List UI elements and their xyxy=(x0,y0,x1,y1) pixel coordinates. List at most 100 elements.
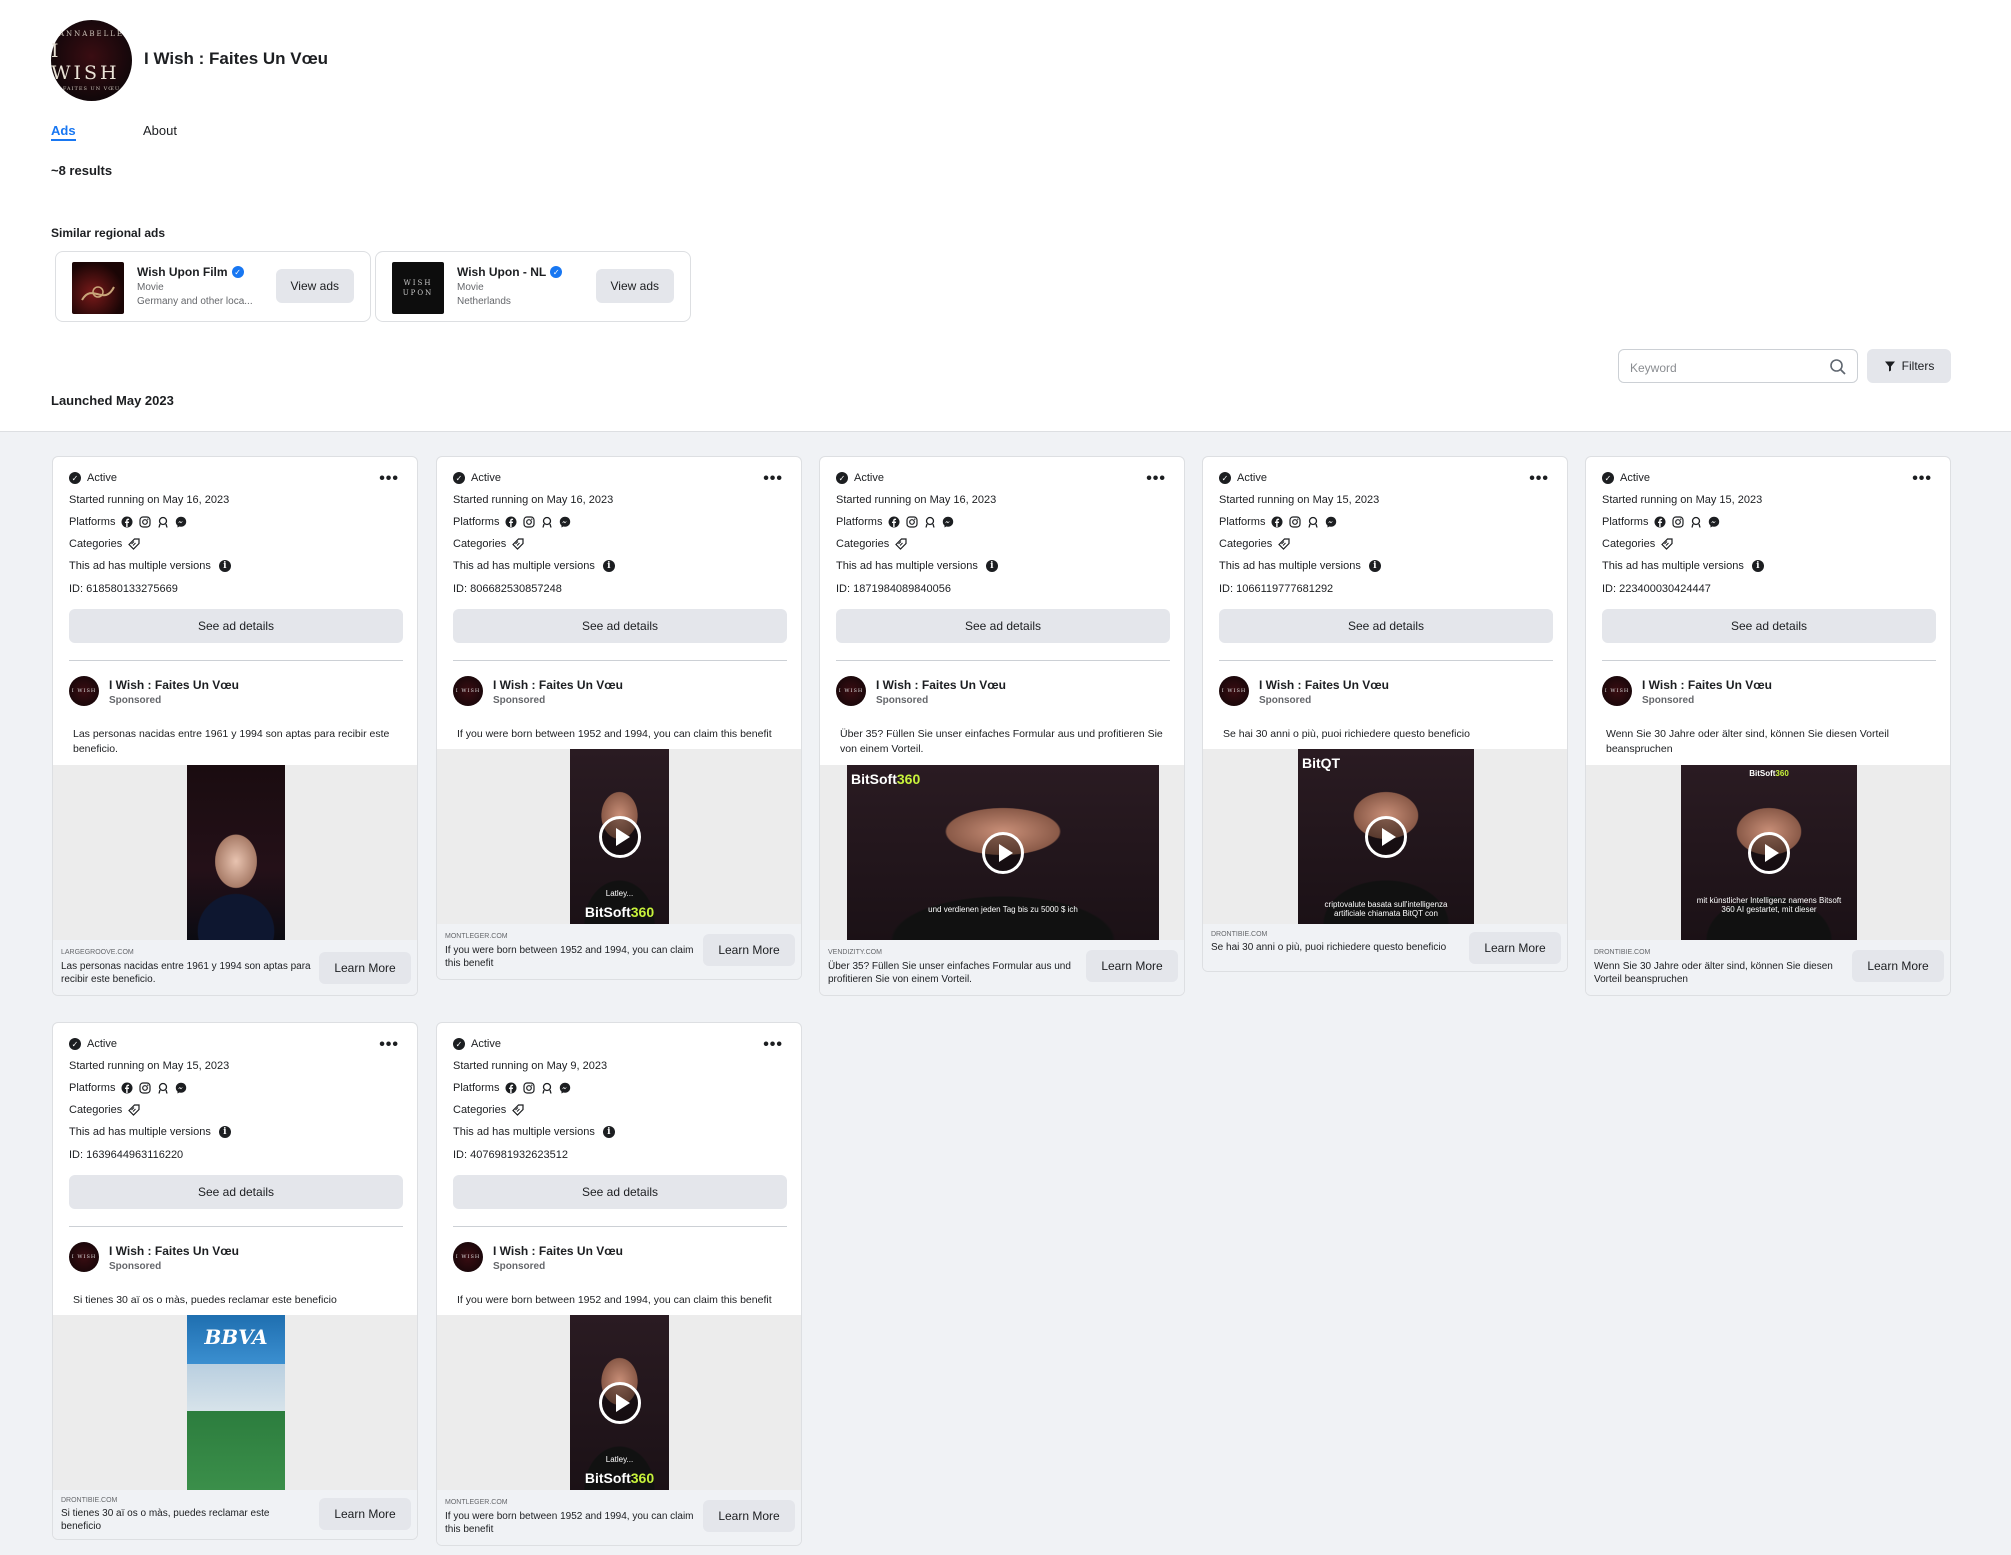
advertiser-name[interactable]: I Wish : Faites Un Vœu xyxy=(493,678,623,692)
page-avatar[interactable]: ANNABELLE I WISH FAITES UN VŒU xyxy=(51,20,132,101)
keyword-search-input[interactable]: Keyword xyxy=(1618,349,1858,383)
info-icon[interactable]: i xyxy=(602,560,615,572)
learn-more-button[interactable]: Learn More xyxy=(319,952,411,984)
view-ads-button[interactable]: View ads xyxy=(275,269,354,303)
play-icon[interactable] xyxy=(598,1381,641,1424)
tab-about[interactable]: About xyxy=(143,123,177,138)
multiple-versions-row: This ad has multiple versions i xyxy=(69,1126,231,1138)
info-icon[interactable]: i xyxy=(1368,560,1381,572)
similar-ads-heading: Similar regional ads xyxy=(51,226,166,240)
link-domain[interactable]: MONTLEGER.COM xyxy=(445,933,508,940)
search-icon[interactable] xyxy=(1829,358,1847,376)
link-domain[interactable]: DRONTIBIE.COM xyxy=(1594,949,1650,956)
ad-creative-image[interactable] xyxy=(187,765,285,940)
more-options-icon[interactable]: ••• xyxy=(763,1036,783,1054)
brand-name: BitSoft xyxy=(584,1470,631,1486)
ad-id: ID: 1871984089840056 xyxy=(836,583,951,595)
similar-ad-card[interactable]: WISH UPON Wish Upon - NL ✓ Movie Netherla… xyxy=(375,251,691,322)
see-ad-details-button[interactable]: See ad details xyxy=(69,1175,403,1209)
info-icon[interactable]: i xyxy=(218,1126,231,1138)
ad-cta-footer: LARGEGROOVE.COM Las personas nacidas ent… xyxy=(53,940,417,995)
advertiser-avatar[interactable]: I WISH xyxy=(1602,676,1632,706)
advertiser-avatar[interactable]: I WISH xyxy=(453,676,483,706)
link-domain[interactable]: LARGEGROOVE.COM xyxy=(61,949,134,956)
see-ad-details-button[interactable]: See ad details xyxy=(1219,609,1553,643)
ornament-icon xyxy=(81,286,115,301)
link-domain[interactable]: DRONTIBIE.COM xyxy=(1211,931,1267,938)
ad-creative-image[interactable]: BBVA xyxy=(187,1315,285,1490)
play-icon[interactable] xyxy=(1365,815,1407,858)
facebook-icon xyxy=(1271,516,1283,528)
advertiser-avatar[interactable]: I WISH xyxy=(453,1242,483,1272)
see-ad-details-button[interactable]: See ad details xyxy=(836,609,1170,643)
advertiser-name[interactable]: I Wish : Faites Un Vœu xyxy=(493,1244,623,1258)
info-icon[interactable]: i xyxy=(602,1126,615,1138)
learn-more-button[interactable]: Learn More xyxy=(1852,950,1944,982)
ad-card: ✓ Active ••• Started running on May 16, 2… xyxy=(436,456,802,980)
link-description[interactable]: If you were born between 1952 and 1994, … xyxy=(445,944,695,970)
advertiser-avatar[interactable]: I WISH xyxy=(69,1242,99,1272)
play-icon[interactable] xyxy=(982,831,1024,874)
status-label: Active xyxy=(1620,472,1650,484)
learn-more-button[interactable]: Learn More xyxy=(319,1498,411,1530)
ad-id: ID: 223400030424447 xyxy=(1602,583,1711,595)
link-description[interactable]: Über 35? Füllen Sie unser einfaches Form… xyxy=(828,960,1078,986)
filters-button[interactable]: Filters xyxy=(1867,349,1951,383)
advertiser-avatar[interactable]: I WISH xyxy=(69,676,99,706)
similar-ad-card[interactable]: Wish Upon Film ✓ Movie Germany and other … xyxy=(55,251,371,322)
more-options-icon[interactable]: ••• xyxy=(1146,470,1166,488)
advertiser-avatar[interactable]: I WISH xyxy=(1219,676,1249,706)
platforms-row: Platforms xyxy=(453,516,571,528)
more-options-icon[interactable]: ••• xyxy=(379,470,399,488)
more-options-icon[interactable]: ••• xyxy=(763,470,783,488)
more-options-icon[interactable]: ••• xyxy=(379,1036,399,1054)
learn-more-button[interactable]: Learn More xyxy=(703,1500,795,1532)
link-description[interactable]: Se hai 30 anni o più, puoi richiedere qu… xyxy=(1211,941,1461,954)
link-domain[interactable]: DRONTIBIE.COM xyxy=(61,1497,117,1504)
tab-ads[interactable]: Ads xyxy=(51,123,76,141)
link-description[interactable]: If you were born between 1952 and 1994, … xyxy=(445,1510,695,1536)
advertiser-name[interactable]: I Wish : Faites Un Vœu xyxy=(109,1244,239,1258)
instagram-icon xyxy=(139,516,152,528)
link-domain[interactable]: VENDIZITY.COM xyxy=(828,949,882,956)
see-ad-details-button[interactable]: See ad details xyxy=(453,609,787,643)
more-options-icon[interactable]: ••• xyxy=(1912,470,1932,488)
sponsored-label: Sponsored xyxy=(493,1261,546,1272)
more-options-icon[interactable]: ••• xyxy=(1529,470,1549,488)
similar-ad-location: Netherlands xyxy=(457,296,511,307)
link-description[interactable]: Las personas nacidas entre 1961 y 1994 s… xyxy=(61,960,311,986)
learn-more-button[interactable]: Learn More xyxy=(1469,932,1561,964)
messenger-icon xyxy=(176,1082,187,1094)
link-description[interactable]: Si tienes 30 aï os o màs, puedes reclama… xyxy=(61,1507,311,1533)
ad-creative-image[interactable]: criptovalute basata sull'intelligenza ar… xyxy=(1298,749,1474,924)
advertiser-name[interactable]: I Wish : Faites Un Vœu xyxy=(1642,678,1772,692)
learn-more-button[interactable]: Learn More xyxy=(1086,950,1178,982)
info-icon[interactable]: i xyxy=(218,560,231,572)
ad-creative-image[interactable]: und verdienen jeden Tag bis zu 5000 $ ic… xyxy=(847,765,1159,940)
facebook-icon xyxy=(121,1082,133,1094)
categories-row: Categories xyxy=(453,538,524,550)
similar-ad-location: Germany and other loca... xyxy=(137,296,253,307)
play-icon[interactable] xyxy=(598,815,641,858)
see-ad-details-button[interactable]: See ad details xyxy=(69,609,403,643)
ad-cta-footer: MONTLEGER.COM If you were born between 1… xyxy=(437,1490,801,1545)
brand-logo: BitQT xyxy=(1298,755,1474,771)
ad-creative-image[interactable]: mit künstlicher Intelligenz namens Bitso… xyxy=(1681,765,1857,940)
info-icon[interactable]: i xyxy=(985,560,998,572)
advertiser-name[interactable]: I Wish : Faites Un Vœu xyxy=(109,678,239,692)
see-ad-details-button[interactable]: See ad details xyxy=(453,1175,787,1209)
link-domain[interactable]: MONTLEGER.COM xyxy=(445,1499,508,1506)
advertiser-name[interactable]: I Wish : Faites Un Vœu xyxy=(1259,678,1389,692)
advertiser-avatar[interactable]: I WISH xyxy=(836,676,866,706)
learn-more-button[interactable]: Learn More xyxy=(703,934,795,966)
view-ads-button[interactable]: View ads xyxy=(595,269,674,303)
info-icon[interactable]: i xyxy=(1751,560,1764,572)
see-ad-details-button[interactable]: See ad details xyxy=(1602,609,1936,643)
advertiser-name[interactable]: I Wish : Faites Un Vœu xyxy=(876,678,1006,692)
ad-creative-image[interactable]: Latley... BitSoft360 xyxy=(570,749,669,924)
link-description[interactable]: Wenn Sie 30 Jahre oder älter sind, könne… xyxy=(1594,960,1844,986)
play-icon[interactable] xyxy=(1748,831,1790,874)
ad-creative-image[interactable]: Latley... BitSoft360 xyxy=(570,1315,669,1490)
active-check-icon: ✓ xyxy=(69,472,81,484)
verified-icon: ✓ xyxy=(231,266,244,278)
